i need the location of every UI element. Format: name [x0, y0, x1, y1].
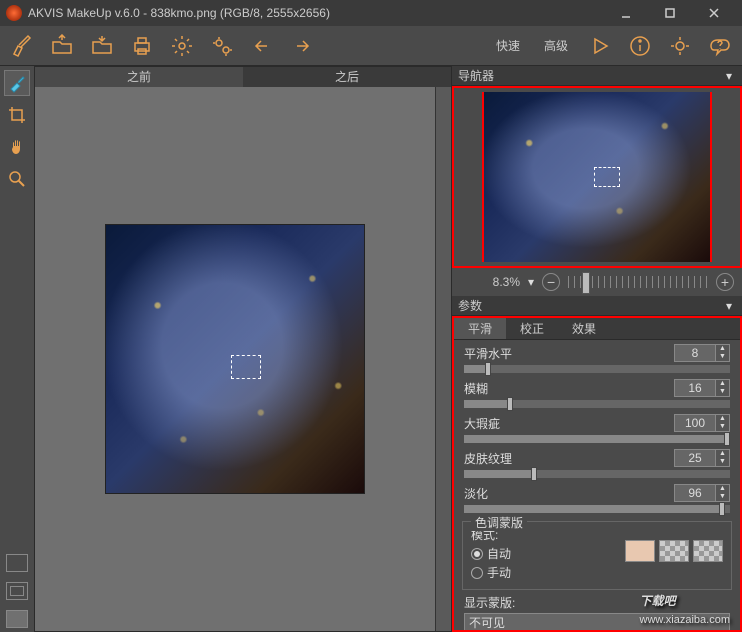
swatch-checker-2[interactable]: [693, 540, 723, 562]
spin-down-icon[interactable]: ▼: [715, 388, 729, 396]
right-panel: 导航器 ▾ 8.3% ▾ − + 参数 ▾ 平滑 校正 效果: [452, 66, 742, 632]
zoom-value[interactable]: 8.3%: [460, 275, 520, 289]
show-mask-row: 显示蒙版: 不可见: [454, 590, 740, 632]
undo-arrow-icon[interactable]: [248, 32, 276, 60]
tab-smooth[interactable]: 平滑: [454, 318, 506, 339]
param-large-defect: 大瑕疵 100▲▼: [454, 410, 740, 445]
large-defect-slider[interactable]: [464, 435, 730, 443]
navigator-viewport[interactable]: [594, 167, 620, 187]
zoom-row: 8.3% ▾ − +: [452, 268, 742, 296]
redo-arrow-icon[interactable]: [288, 32, 316, 60]
dropper-tool-icon[interactable]: [4, 70, 30, 96]
fade-spinner[interactable]: 96▲▼: [674, 484, 730, 502]
show-mask-select[interactable]: 不可见: [464, 613, 730, 631]
param-smooth-level: 平滑水平 8▲▼: [454, 340, 740, 375]
spin-down-icon[interactable]: ▼: [715, 423, 729, 431]
crop-tool-icon[interactable]: [4, 102, 30, 128]
tab-effect[interactable]: 效果: [558, 318, 610, 339]
navigator-image[interactable]: [482, 92, 712, 262]
skin-texture-slider[interactable]: [464, 470, 730, 478]
smooth-level-spinner[interactable]: 8▲▼: [674, 344, 730, 362]
navigator-title: 导航器: [458, 67, 722, 84]
navigator-panel: [452, 86, 742, 268]
collapse-icon[interactable]: ▾: [722, 299, 736, 313]
open-file-icon[interactable]: [48, 32, 76, 60]
titlebar: AKVIS MakeUp v.6.0 - 838kmo.png (RGB/8, …: [0, 0, 742, 26]
print-icon[interactable]: [128, 32, 156, 60]
blur-slider[interactable]: [464, 400, 730, 408]
maximize-button[interactable]: [648, 0, 692, 26]
fade-slider[interactable]: [464, 505, 730, 513]
zoom-in-button[interactable]: +: [716, 273, 734, 291]
param-skin-texture: 皮肤纹理 25▲▼: [454, 445, 740, 480]
spin-up-icon[interactable]: ▲: [715, 380, 729, 388]
brush-tool-icon[interactable]: [8, 32, 36, 60]
spin-down-icon[interactable]: ▼: [715, 458, 729, 466]
info-icon[interactable]: [626, 32, 654, 60]
hand-tool-icon[interactable]: [4, 134, 30, 160]
spin-up-icon[interactable]: ▲: [715, 345, 729, 353]
blur-spinner[interactable]: 16▲▼: [674, 379, 730, 397]
param-blur: 模糊 16▲▼: [454, 375, 740, 410]
app-logo-icon: [6, 5, 22, 21]
spin-down-icon[interactable]: ▼: [715, 493, 729, 501]
params-body: 平滑 校正 效果 平滑水平 8▲▼ 模糊 16▲▼: [452, 316, 742, 632]
tab-after[interactable]: 之后: [243, 67, 451, 87]
view-mode-box-3[interactable]: [6, 610, 28, 628]
quick-mode-button[interactable]: 快速: [490, 37, 526, 54]
vertical-scrollbar[interactable]: [435, 87, 451, 631]
tone-mask-group: 色调蒙版 模式: 自动 手动: [462, 521, 732, 590]
swatch-skin[interactable]: [625, 540, 655, 562]
spin-up-icon[interactable]: ▲: [715, 415, 729, 423]
view-mode-box-2[interactable]: [6, 582, 28, 600]
spin-down-icon[interactable]: ▼: [715, 353, 729, 361]
params-title: 参数: [458, 297, 722, 314]
batch-gear-icon[interactable]: [208, 32, 236, 60]
run-play-icon[interactable]: [586, 32, 614, 60]
large-defect-spinner[interactable]: 100▲▼: [674, 414, 730, 432]
advanced-mode-button[interactable]: 高级: [538, 37, 574, 54]
spin-up-icon[interactable]: ▲: [715, 450, 729, 458]
param-fade: 淡化 96▲▼: [454, 480, 740, 515]
swatch-checker-1[interactable]: [659, 540, 689, 562]
params-header: 参数 ▾: [452, 296, 742, 316]
tab-before[interactable]: 之前: [35, 67, 243, 87]
save-file-icon[interactable]: [88, 32, 116, 60]
skin-texture-spinner[interactable]: 25▲▼: [674, 449, 730, 467]
zoom-slider[interactable]: [568, 276, 708, 288]
selection-marquee[interactable]: [231, 355, 261, 379]
left-toolbar: [0, 66, 34, 632]
canvas-panel: 之前 之后: [34, 66, 452, 632]
close-button[interactable]: [692, 0, 736, 26]
zoom-out-button[interactable]: −: [542, 273, 560, 291]
show-mask-label: 显示蒙版:: [464, 594, 730, 611]
main-toolbar: 快速 高级: [0, 26, 742, 66]
canvas-area[interactable]: [35, 87, 435, 631]
settings-gear-icon[interactable]: [168, 32, 196, 60]
minimize-button[interactable]: [604, 0, 648, 26]
radio-manual[interactable]: 手动: [471, 564, 723, 581]
navigator-header: 导航器 ▾: [452, 66, 742, 86]
zoom-tool-icon[interactable]: [4, 166, 30, 192]
spin-up-icon[interactable]: ▲: [715, 485, 729, 493]
help-icon[interactable]: [706, 32, 734, 60]
tab-correct[interactable]: 校正: [506, 318, 558, 339]
tone-mask-legend: 色调蒙版: [471, 514, 527, 531]
zoom-dropdown-icon[interactable]: ▾: [528, 275, 534, 289]
blur-label: 模糊: [464, 380, 674, 397]
collapse-icon[interactable]: ▾: [722, 69, 736, 83]
fade-label: 淡化: [464, 485, 674, 502]
smooth-level-slider[interactable]: [464, 365, 730, 373]
large-defect-label: 大瑕疵: [464, 415, 674, 432]
smooth-level-label: 平滑水平: [464, 345, 674, 362]
preferences-gear-icon[interactable]: [666, 32, 694, 60]
view-mode-box-1[interactable]: [6, 554, 28, 572]
skin-texture-label: 皮肤纹理: [464, 450, 674, 467]
window-title: AKVIS MakeUp v.6.0 - 838kmo.png (RGB/8, …: [28, 6, 604, 20]
image-preview: [105, 224, 365, 494]
